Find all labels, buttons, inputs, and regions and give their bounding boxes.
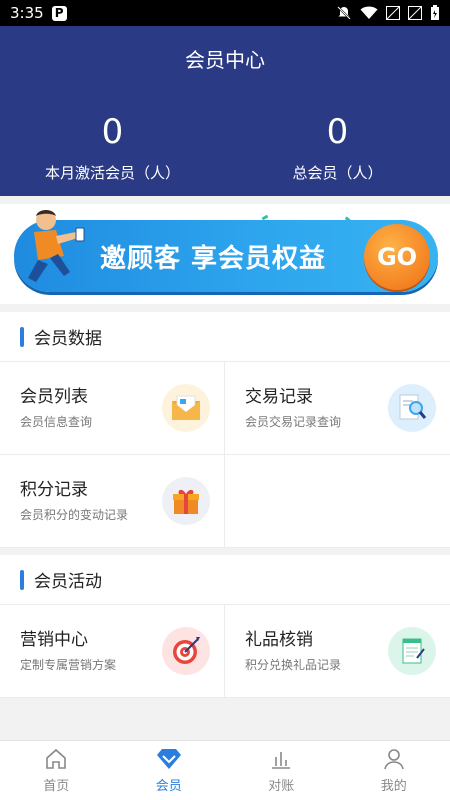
card-desc: 定制专属营销方案: [20, 658, 117, 672]
envelope-icon: [162, 384, 210, 432]
bottom-tab-bar: 首页 会员 对账 我的: [0, 740, 450, 800]
tab-member[interactable]: 会员: [113, 741, 226, 800]
member-activity-section: 会员活动 营销中心 定制专属营销方案 礼品核销 积分兑换礼品记录: [0, 555, 450, 698]
status-time: 3:35: [10, 4, 44, 22]
total-members-stat[interactable]: 0 总会员（人）: [225, 112, 450, 183]
card-title: 营销中心: [20, 630, 88, 650]
status-bar: 3:35 P: [0, 0, 450, 26]
monthly-active-count: 0: [101, 112, 124, 152]
target-icon: [162, 627, 210, 675]
wifi-icon: [360, 6, 378, 19]
signal-icon: [386, 6, 400, 20]
diamond-icon: [156, 749, 181, 769]
notepad-icon: [388, 627, 436, 675]
card-title: 会员列表: [20, 387, 88, 407]
section-title: 会员活动: [0, 555, 450, 605]
banner-text: 邀顾客 享会员权益: [100, 244, 327, 274]
person-icon: [383, 749, 404, 770]
points-records-card[interactable]: 积分记录 会员积分的变动记录: [0, 455, 225, 548]
tab-home[interactable]: 首页: [0, 741, 113, 800]
gift-redemption-card[interactable]: 礼品核销 积分兑换礼品记录: [225, 605, 450, 698]
card-desc: 积分兑换礼品记录: [245, 658, 342, 672]
signal-icon-2: [408, 6, 422, 20]
bar-chart-icon: [272, 752, 291, 769]
battery-icon: [431, 5, 439, 20]
section-title-text: 会员活动: [34, 572, 102, 592]
card-title: 积分记录: [20, 480, 88, 500]
monthly-active-label: 本月激活会员（人）: [44, 164, 180, 182]
member-data-section: 会员数据 会员列表 会员信息查询 交易记录 会员交易记录查询 积分记录 会员积分…: [0, 312, 450, 548]
tab-mine[interactable]: 我的: [338, 741, 450, 800]
member-list-card[interactable]: 会员列表 会员信息查询: [0, 362, 225, 455]
transaction-records-card[interactable]: 交易记录 会员交易记录查询: [225, 362, 450, 455]
banner-container: 邀顾客 享会员权益 GO: [0, 204, 450, 304]
mute-bell-icon: [337, 6, 351, 20]
card-desc: 会员信息查询: [20, 415, 93, 429]
page-title: 会员中心: [185, 48, 265, 72]
running-man-icon: [28, 210, 85, 282]
monthly-active-stat[interactable]: 0 本月激活会员（人）: [0, 112, 225, 183]
tab-reconcile[interactable]: 对账: [225, 741, 338, 800]
card-title: 礼品核销: [245, 630, 313, 650]
card-desc: 会员积分的变动记录: [20, 508, 129, 522]
tab-label: 我的: [380, 779, 407, 794]
invite-banner[interactable]: 邀顾客 享会员权益 GO: [14, 210, 438, 292]
total-members-label: 总会员（人）: [292, 164, 383, 182]
member-header: 会员中心 0 本月激活会员（人） 0 总会员（人）: [0, 26, 450, 196]
go-button[interactable]: GO: [364, 224, 430, 290]
card-title: 交易记录: [245, 387, 313, 407]
section-title: 会员数据: [0, 312, 450, 362]
card-desc: 会员交易记录查询: [245, 415, 342, 429]
marketing-center-card[interactable]: 营销中心 定制专属营销方案: [0, 605, 225, 698]
section-accent-bar: [20, 326, 24, 347]
magnifier-document-icon: [388, 384, 436, 432]
section-title-text: 会员数据: [34, 329, 102, 349]
gift-icon: [162, 477, 210, 525]
home-icon: [46, 748, 67, 769]
tab-label: 会员: [155, 779, 182, 794]
total-members-count: 0: [326, 112, 349, 152]
tab-label: 对账: [268, 779, 295, 794]
parking-app-icon: P: [51, 5, 67, 21]
empty-cell: [225, 455, 450, 548]
section-accent-bar: [20, 569, 24, 590]
status-indicators: [336, 5, 440, 21]
tab-label: 首页: [43, 779, 70, 794]
